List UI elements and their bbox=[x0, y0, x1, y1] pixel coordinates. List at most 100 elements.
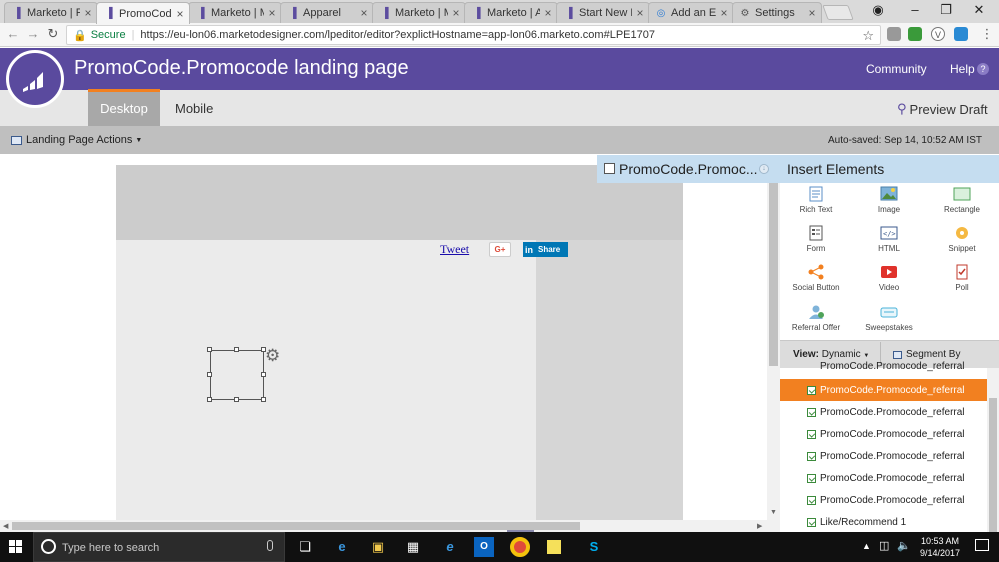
bookmark-star-icon[interactable]: ☆ bbox=[862, 28, 874, 44]
close-tab-icon[interactable]: × bbox=[719, 6, 729, 20]
network-icon[interactable]: ◫ bbox=[879, 539, 889, 552]
help-link[interactable]: Help bbox=[950, 62, 975, 76]
windows-extension-icon[interactable] bbox=[954, 27, 968, 41]
canvas-vertical-scroll-thumb[interactable] bbox=[769, 182, 778, 366]
tree-item[interactable]: PromoCode.Promocode_referral bbox=[780, 401, 987, 423]
linkedin-share-button[interactable]: in Share bbox=[523, 242, 568, 257]
tab-desktop[interactable]: Desktop bbox=[88, 89, 160, 126]
file-explorer-icon[interactable]: ▣ bbox=[368, 537, 388, 557]
microphone-icon[interactable] bbox=[267, 540, 273, 551]
menu-icon[interactable]: ⋮ bbox=[978, 26, 996, 42]
tab-mobile[interactable]: Mobile bbox=[175, 101, 213, 116]
browser-tab[interactable]: ▐ Apparel × bbox=[280, 2, 374, 23]
gear-icon[interactable]: ⚙ bbox=[265, 347, 280, 364]
new-tab-button[interactable] bbox=[822, 5, 854, 20]
view-dropdown[interactable]: View: Dynamic ▼ bbox=[793, 349, 869, 360]
resize-handle-sw[interactable] bbox=[207, 397, 212, 402]
browser-tab[interactable]: ▐ Marketo | M × bbox=[372, 2, 466, 23]
outlook-icon[interactable]: O bbox=[474, 537, 494, 557]
close-tab-icon[interactable]: × bbox=[267, 6, 277, 20]
google-plus-button[interactable]: G+ bbox=[489, 242, 511, 257]
landing-page-actions-menu[interactable]: Landing Page Actions ▼ bbox=[11, 134, 142, 146]
notifications-icon[interactable] bbox=[975, 539, 989, 551]
segment-by-button[interactable]: Segment By bbox=[893, 349, 960, 360]
resize-handle-w[interactable] bbox=[207, 372, 212, 377]
close-window-icon[interactable]: ✕ bbox=[964, 2, 994, 18]
marketo-logo[interactable] bbox=[6, 50, 64, 108]
tree-item[interactable]: PromoCode.Promocode_referral bbox=[780, 423, 987, 445]
scroll-down-icon[interactable]: ▼ bbox=[770, 509, 777, 516]
back-icon[interactable]: ← bbox=[4, 26, 22, 41]
scroll-left-icon[interactable]: ◀ bbox=[3, 522, 8, 530]
edge-icon[interactable]: e bbox=[332, 537, 352, 557]
browser-tab[interactable]: ▐ Start New D× bbox=[556, 2, 650, 23]
close-tab-icon[interactable]: × bbox=[359, 6, 369, 20]
windows-start-icon[interactable] bbox=[9, 540, 23, 554]
extension-icon[interactable] bbox=[887, 27, 901, 41]
forward-icon[interactable]: → bbox=[24, 26, 42, 41]
insert-element-snippet[interactable]: Snippet bbox=[927, 225, 997, 253]
tree-item[interactable]: PromoCode.Promocode_referral bbox=[780, 379, 987, 401]
close-tab-icon[interactable]: × bbox=[451, 6, 461, 20]
resize-handle-se[interactable] bbox=[261, 397, 266, 402]
skype-icon[interactable]: S bbox=[584, 537, 604, 557]
internet-explorer-icon[interactable]: e bbox=[440, 537, 460, 557]
insert-element-sweepstakes[interactable]: Sweepstakes bbox=[854, 304, 924, 332]
tweet-link[interactable]: Tweet bbox=[440, 242, 469, 257]
browser-tab[interactable]: ▐ Marketo | M × bbox=[188, 2, 282, 23]
insert-element-social-button[interactable]: Social Button bbox=[781, 264, 851, 292]
chrome-icon[interactable] bbox=[510, 537, 530, 557]
tree-item-partial[interactable]: PromoCode.Promocode_referral bbox=[780, 361, 987, 372]
scroll-right-icon[interactable]: ▶ bbox=[757, 522, 762, 530]
close-tab-icon[interactable]: × bbox=[635, 6, 645, 20]
insert-element-referral-offer[interactable]: Referral Offer bbox=[781, 304, 851, 332]
insert-element-video[interactable]: Video bbox=[854, 264, 924, 292]
restore-icon[interactable]: ❐ bbox=[931, 2, 961, 18]
volume-icon[interactable]: 🔈 bbox=[897, 539, 911, 552]
tray-chevron-up-icon[interactable]: ▲ bbox=[862, 541, 871, 551]
insert-element-image[interactable]: Image bbox=[854, 186, 924, 214]
resize-handle-s[interactable] bbox=[234, 397, 239, 402]
close-tab-icon[interactable]: × bbox=[175, 7, 185, 21]
tree-vertical-scroll-thumb[interactable] bbox=[989, 398, 997, 532]
reload-icon[interactable]: ↻ bbox=[44, 26, 62, 42]
resize-handle-e[interactable] bbox=[261, 372, 266, 377]
preview-draft-button[interactable]: ⚲ Preview Draft bbox=[897, 101, 988, 117]
insert-element-rectangle[interactable]: Rectangle bbox=[927, 186, 997, 214]
browser-tab[interactable]: ▐ PromoCode × bbox=[96, 2, 190, 24]
url-field[interactable]: 🔒 Secure | https://eu-lon06.marketodesig… bbox=[66, 25, 881, 45]
v-extension-icon[interactable]: V bbox=[931, 27, 945, 41]
tree-item[interactable]: PromoCode.Promocode_referral bbox=[780, 489, 987, 511]
task-view-icon[interactable]: ❏ bbox=[295, 537, 315, 557]
sticky-notes-icon[interactable] bbox=[547, 540, 561, 554]
tree-item[interactable]: PromoCode.Promocode_referral bbox=[780, 445, 987, 467]
help-icon[interactable]: ? bbox=[977, 63, 989, 75]
info-icon[interactable]: ↓ bbox=[759, 164, 769, 174]
tree-item[interactable]: Like/Recommend 1 bbox=[780, 511, 987, 533]
store-icon[interactable]: ▦ bbox=[403, 537, 423, 557]
tree-item[interactable]: PromoCode.Promocode_referral bbox=[780, 467, 987, 489]
evernote-extension-icon[interactable] bbox=[908, 27, 922, 41]
browser-tab[interactable]: ⚙ Settings × bbox=[732, 2, 822, 23]
insert-element-form[interactable]: Form bbox=[781, 225, 851, 253]
insert-element-poll[interactable]: Poll bbox=[927, 264, 997, 292]
minimize-icon[interactable]: – bbox=[900, 2, 930, 17]
resize-handle-nw[interactable] bbox=[207, 347, 212, 352]
resize-handle-n[interactable] bbox=[234, 347, 239, 352]
selected-element[interactable] bbox=[210, 350, 264, 400]
browser-tab[interactable]: ▐ Marketo | P × bbox=[4, 2, 98, 23]
content-section[interactable] bbox=[116, 240, 536, 520]
clock[interactable]: 10:53 AM 9/14/2017 bbox=[918, 535, 962, 559]
insert-element-html[interactable]: </> HTML bbox=[854, 225, 924, 253]
community-link[interactable]: Community bbox=[866, 62, 927, 76]
canvas-horizontal-scroll-thumb[interactable] bbox=[12, 522, 580, 530]
close-tab-icon[interactable]: × bbox=[807, 6, 817, 20]
insert-element-rich-text[interactable]: Rich Text bbox=[781, 186, 851, 214]
tree-item-label: PromoCode.Promocode_referral bbox=[820, 494, 965, 506]
browser-tab[interactable]: ▐ Marketo | A × bbox=[464, 2, 558, 23]
browser-tab[interactable]: ◎ Add an Exis× bbox=[648, 2, 734, 23]
close-tab-icon[interactable]: × bbox=[543, 6, 553, 20]
close-tab-icon[interactable]: × bbox=[83, 6, 93, 20]
sidebar-section[interactable] bbox=[536, 240, 683, 520]
profile-icon[interactable]: ◉ bbox=[863, 2, 893, 18]
